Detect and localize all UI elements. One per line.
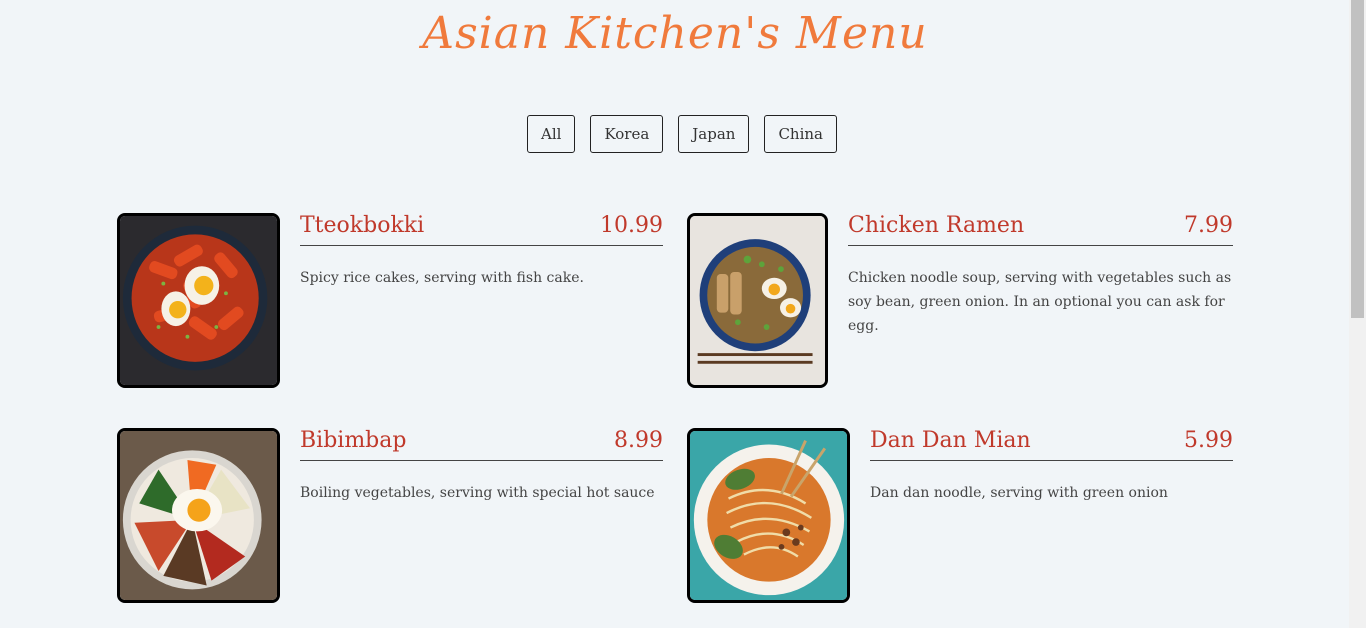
item-name: Dan Dan Mian [870, 428, 1031, 453]
menu-item-info: Bibimbap 8.99 Boiling vegetables, servin… [300, 428, 663, 505]
item-description: Spicy rice cakes, serving with fish cake… [300, 270, 584, 286]
filter-china-button[interactable]: China [764, 115, 837, 153]
page-title: Asian Kitchen's Menu [422, 8, 928, 59]
filter-all-button[interactable]: All [527, 115, 576, 153]
dan-dan-mian-photo [687, 428, 850, 603]
menu-item-info: Chicken Ramen 7.99 Chicken noodle soup, … [848, 213, 1233, 338]
menu-item-info: Tteokbokki 10.99 Spicy rice cakes, servi… [300, 213, 663, 290]
item-description: Chicken noodle soup, serving with vegeta… [848, 270, 1232, 334]
item-price: 7.99 [1184, 213, 1233, 238]
chicken-ramen-photo [687, 213, 828, 388]
filter-bar: All Korea Japan China [0, 115, 1350, 153]
scrollbar-thumb[interactable] [1351, 0, 1364, 318]
tteokbokki-photo [117, 213, 280, 388]
menu-item-info: Dan Dan Mian 5.99 Dan dan noodle, servin… [870, 428, 1233, 505]
item-name: Bibimbap [300, 428, 407, 453]
filter-korea-button[interactable]: Korea [590, 115, 664, 153]
item-price: 8.99 [614, 428, 663, 453]
bibimbap-photo [117, 428, 280, 603]
item-name: Tteokbokki [300, 213, 425, 238]
item-description: Dan dan noodle, serving with green onion [870, 485, 1168, 501]
item-name: Chicken Ramen [848, 213, 1025, 238]
item-price: 5.99 [1184, 428, 1233, 453]
item-price: 10.99 [600, 213, 663, 238]
filter-japan-button[interactable]: Japan [678, 115, 750, 153]
item-description: Boiling vegetables, serving with special… [300, 485, 655, 501]
vertical-scrollbar[interactable] [1349, 0, 1366, 628]
